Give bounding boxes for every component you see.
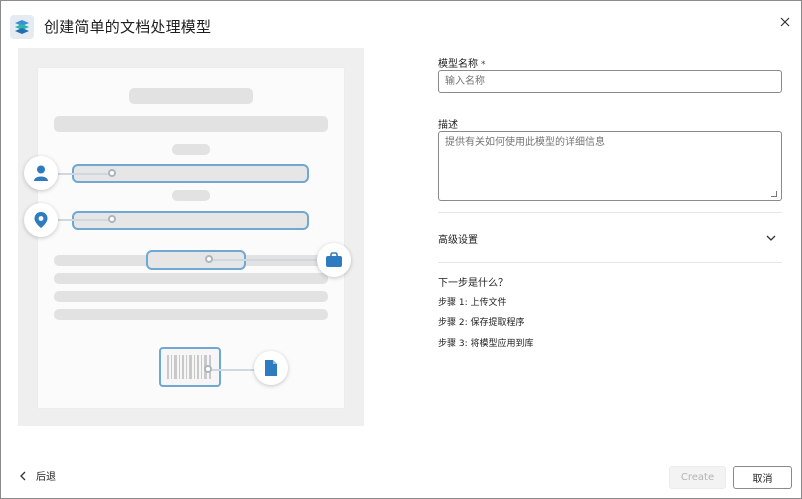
advanced-settings-toggle[interactable] — [764, 230, 778, 244]
placeholder-bar — [129, 88, 253, 104]
stack-layers-icon — [10, 15, 34, 39]
connector-line — [208, 259, 320, 261]
briefcase-icon-badge — [317, 243, 351, 277]
resize-handle[interactable] — [771, 191, 777, 197]
connector-dot — [205, 255, 213, 263]
location-pin-icon — [34, 212, 48, 228]
document-icon-badge — [254, 351, 288, 385]
step-item: 步骤 1: 上传文件 — [438, 298, 507, 308]
connector-line — [52, 173, 114, 175]
description-label: 描述 — [438, 120, 458, 131]
connector-dot — [108, 169, 116, 177]
connector-line — [52, 219, 114, 221]
document-illustration — [18, 48, 364, 426]
location-icon-badge — [24, 203, 58, 237]
placeholder-bar — [172, 190, 210, 201]
divider — [438, 212, 782, 213]
dialog-title: 创建简单的文档处理模型 — [44, 18, 212, 36]
chevron-left-icon — [20, 471, 26, 480]
create-model-dialog: 创建简单的文档处理模型 模型名称 * 输入名称 描述 提供有关如何使用此模型的详… — [0, 0, 802, 499]
close-icon — [780, 17, 790, 27]
step-item: 步骤 2: 保存提取程序 — [438, 318, 525, 328]
placeholder-bar — [54, 291, 328, 302]
model-name-label: 模型名称 * — [438, 59, 486, 70]
person-icon-badge — [24, 156, 58, 190]
placeholder-bar — [54, 309, 328, 320]
divider — [438, 262, 782, 263]
illustration-paper — [38, 68, 344, 408]
advanced-settings-label: 高级设置 — [438, 235, 478, 246]
model-name-input[interactable] — [438, 70, 782, 93]
placeholder-bar — [54, 116, 328, 132]
description-textarea[interactable] — [438, 131, 782, 201]
chevron-down-icon — [766, 235, 776, 241]
placeholder-bar — [54, 273, 328, 284]
placeholder-bar — [172, 144, 210, 155]
create-button[interactable]: Create — [669, 466, 726, 489]
close-button[interactable] — [774, 11, 796, 33]
step-item: 步骤 3: 将模型应用到库 — [438, 339, 534, 349]
required-marker: * — [481, 60, 486, 70]
back-button[interactable]: 后退 — [19, 468, 56, 483]
document-icon — [265, 360, 277, 376]
connector-dot — [204, 365, 212, 373]
briefcase-icon — [326, 252, 342, 267]
connector-dot — [108, 215, 116, 223]
cancel-button[interactable]: 取消 — [733, 466, 792, 489]
back-label: 后退 — [36, 472, 56, 483]
next-steps-heading: 下一步是什么？ — [438, 278, 508, 289]
person-icon — [34, 165, 48, 181]
